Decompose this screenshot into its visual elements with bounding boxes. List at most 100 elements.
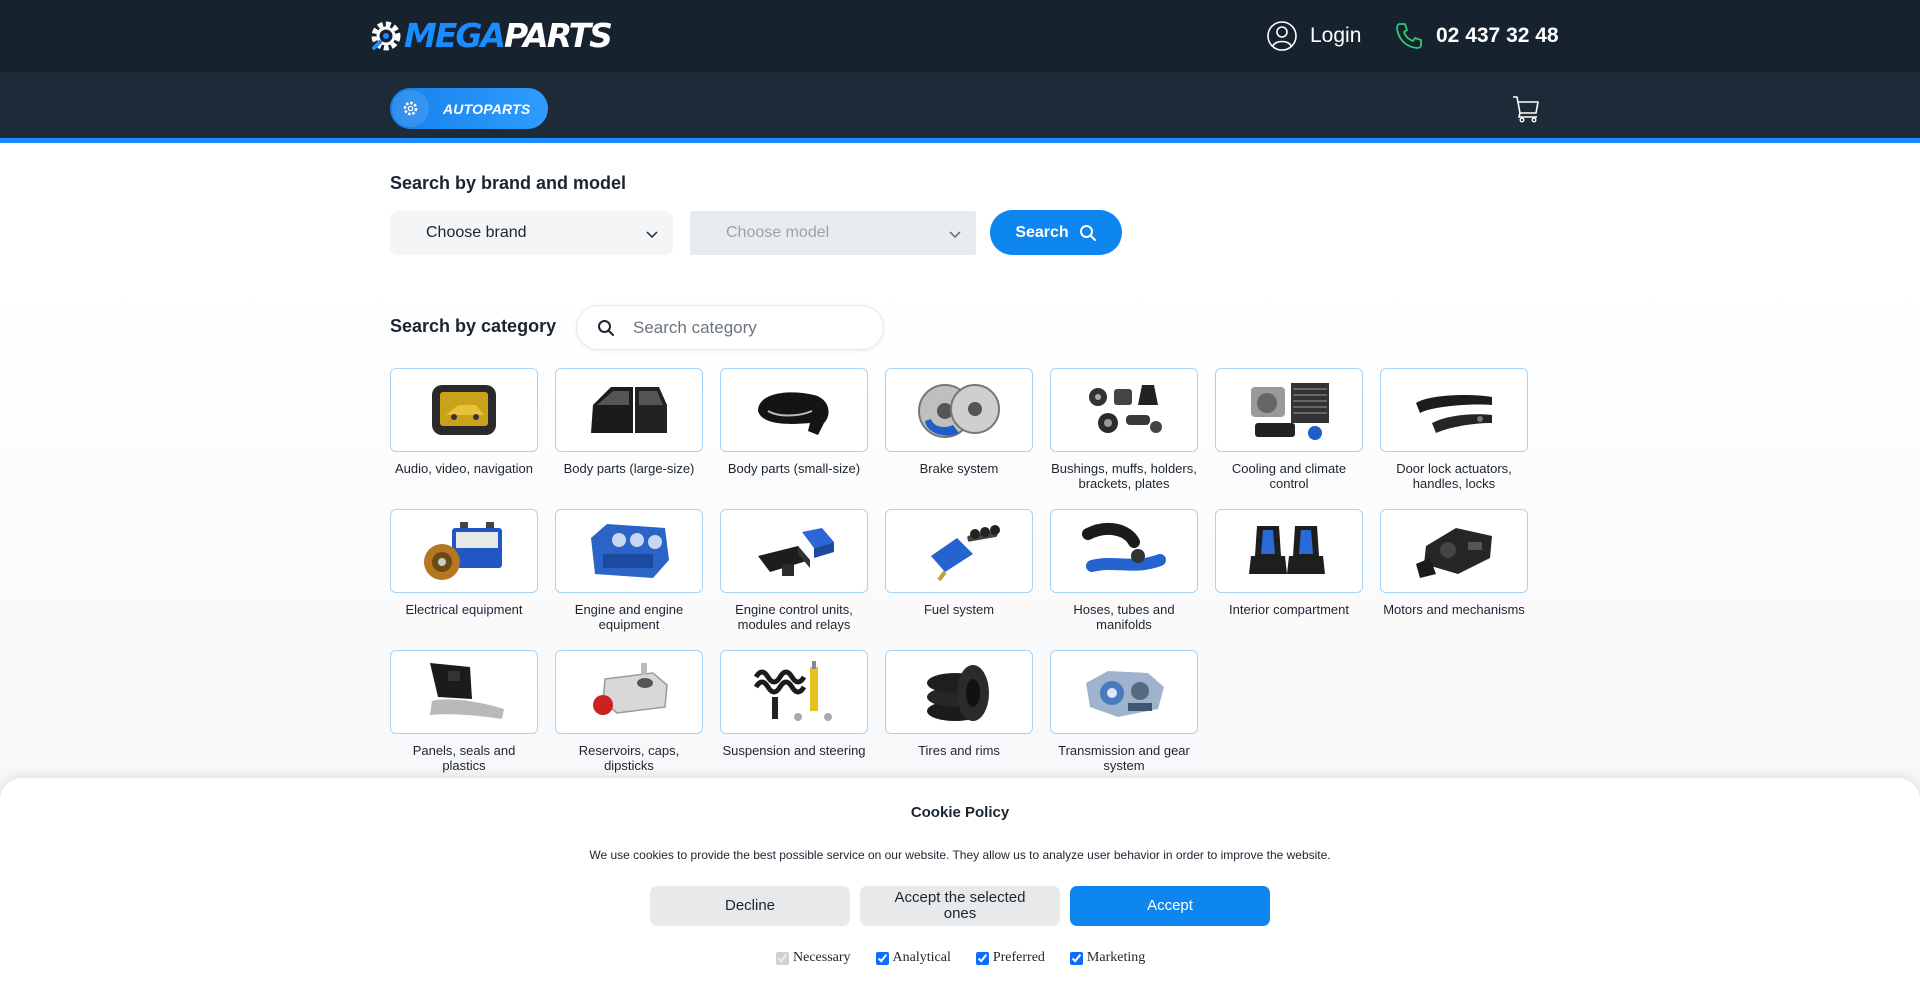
category-image xyxy=(390,650,538,734)
category-label: Engine control units, modules and relays xyxy=(735,602,853,632)
panel-icon xyxy=(430,663,504,719)
category-tile[interactable]: Body parts (large-size) xyxy=(555,368,703,509)
category-tile[interactable]: Audio, video, navigation xyxy=(390,368,538,509)
user-icon xyxy=(1267,21,1297,51)
accept-button[interactable]: Accept xyxy=(1070,886,1270,926)
logo[interactable]: MEGA PARTS xyxy=(370,16,613,56)
cookie-options: Necessary Analytical Preferred Marketing xyxy=(776,950,1170,966)
category-label: Electrical equipment xyxy=(405,602,523,617)
phone-contact[interactable]: 02 437 32 48 xyxy=(1394,20,1559,52)
category-image xyxy=(885,650,1033,734)
gearbox-icon xyxy=(1086,671,1164,717)
autoparts-button[interactable]: AUTOPARTS xyxy=(390,88,548,129)
model-select[interactable]: Choose model xyxy=(690,211,976,255)
category-tile[interactable]: Door lock actuators, handles, locks xyxy=(1380,368,1528,509)
category-label: Audio, video, navigation xyxy=(394,461,534,476)
category-tile[interactable]: Body parts (small-size) xyxy=(720,368,868,509)
category-tile[interactable]: Transmission and gear system xyxy=(1050,650,1198,791)
ecu-icon xyxy=(758,528,834,576)
nav-bar: AUTOPARTS xyxy=(0,72,1920,143)
category-image xyxy=(885,368,1033,452)
category-image xyxy=(555,368,703,452)
category-image xyxy=(720,650,868,734)
bushings-icon xyxy=(1089,385,1162,433)
brand-search-title: Search by brand and model xyxy=(390,173,627,193)
category-label: Hoses, tubes and manifolds xyxy=(1073,602,1175,632)
phone-number: 02 437 32 48 xyxy=(1436,24,1559,47)
analytical-checkbox[interactable] xyxy=(875,951,889,965)
fuel-pump-icon xyxy=(931,525,1000,582)
category-label: Engine and engine equipment xyxy=(574,602,684,632)
shock-absorber-icon xyxy=(753,661,832,721)
engine-block-icon xyxy=(591,524,669,578)
category-label: Suspension and steering xyxy=(722,743,866,758)
tires-icon xyxy=(927,665,989,721)
cart-icon[interactable] xyxy=(1510,92,1542,124)
chevron-down-icon xyxy=(646,231,658,239)
category-grid: Audio, video, navigation Body parts (lar… xyxy=(390,368,1528,791)
category-label: Tires and rims xyxy=(918,743,1000,758)
autoparts-label: AUTOPARTS xyxy=(443,100,531,117)
category-label: Motors and mechanisms xyxy=(1383,602,1525,617)
category-tile[interactable]: Electrical equipment xyxy=(390,509,538,650)
car-seat-icon xyxy=(1249,526,1325,574)
category-tile[interactable]: Panels, seals and plastics xyxy=(390,650,538,791)
search-button[interactable]: Search xyxy=(990,210,1122,255)
category-image xyxy=(555,650,703,734)
category-image xyxy=(390,368,538,452)
cookie-option-label: Marketing xyxy=(1086,950,1146,965)
chevron-down-icon xyxy=(949,231,961,239)
autoparts-gear-icon xyxy=(392,90,429,127)
cookie-option-necessary[interactable]: Necessary xyxy=(776,950,851,966)
accept-selected-button[interactable]: Accept the selected ones xyxy=(860,886,1060,926)
door-handle-icon xyxy=(1416,395,1492,433)
reservoir-icon xyxy=(593,663,668,715)
category-tile[interactable]: Interior compartment xyxy=(1215,509,1363,650)
category-image xyxy=(720,509,868,593)
cookie-text: We use cookies to provide the best possi… xyxy=(589,848,1331,862)
category-tile[interactable]: Motors and mechanisms xyxy=(1380,509,1528,650)
brand-select[interactable]: Choose brand xyxy=(390,211,673,255)
login-label: Login xyxy=(1310,24,1362,47)
top-header: MEGA PARTS Login 02 437 32 48 AUTOPARTS xyxy=(0,0,1920,143)
car-door-icon xyxy=(591,387,667,433)
category-search-input[interactable] xyxy=(633,317,853,338)
category-image xyxy=(1050,368,1198,452)
category-tile[interactable]: Tires and rims xyxy=(885,650,1033,791)
car-monitor-icon xyxy=(432,385,496,435)
category-label: Body parts (large-size) xyxy=(563,461,695,476)
category-tile[interactable]: Engine and engine equipment xyxy=(555,509,703,650)
category-tile[interactable]: Cooling and climate control xyxy=(1215,368,1363,509)
preferred-checkbox[interactable] xyxy=(975,951,989,965)
cookie-option-label: Preferred xyxy=(992,950,1045,965)
category-label: Interior compartment xyxy=(1229,602,1349,617)
side-mirror-icon xyxy=(758,392,829,435)
category-image xyxy=(885,509,1033,593)
marketing-checkbox[interactable] xyxy=(1069,951,1083,965)
category-tile[interactable]: Engine control units, modules and relays xyxy=(720,509,868,650)
category-label: Panels, seals and plastics xyxy=(412,743,516,773)
search-icon xyxy=(598,319,614,336)
cookie-option-label: Necessary xyxy=(793,950,851,965)
necessary-checkbox[interactable] xyxy=(776,951,789,965)
category-image xyxy=(1215,368,1363,452)
category-tile[interactable]: Hoses, tubes and manifolds xyxy=(1050,509,1198,650)
category-tile[interactable]: Fuel system xyxy=(885,509,1033,650)
model-select-value: Choose model xyxy=(726,224,830,241)
category-image xyxy=(1380,368,1528,452)
category-label: Cooling and climate control xyxy=(1231,461,1347,491)
top-bar: MEGA PARTS Login 02 437 32 48 xyxy=(0,0,1920,72)
cookie-option-preferred[interactable]: Preferred xyxy=(975,950,1045,966)
category-tile[interactable]: Brake system xyxy=(885,368,1033,509)
category-tile[interactable]: Reservoirs, caps, dipsticks xyxy=(555,650,703,791)
category-label: Brake system xyxy=(919,461,999,476)
brand-select-value: Choose brand xyxy=(426,224,527,241)
cookie-option-analytical[interactable]: Analytical xyxy=(875,950,951,966)
cookie-option-marketing[interactable]: Marketing xyxy=(1069,950,1146,966)
brake-disc-icon xyxy=(918,384,1000,438)
login-link[interactable]: Login xyxy=(1266,20,1361,52)
category-tile[interactable]: Suspension and steering xyxy=(720,650,868,791)
category-image xyxy=(1050,650,1198,734)
decline-button[interactable]: Decline xyxy=(650,886,850,926)
category-tile[interactable]: Bushings, muffs, holders, brackets, plat… xyxy=(1050,368,1198,509)
